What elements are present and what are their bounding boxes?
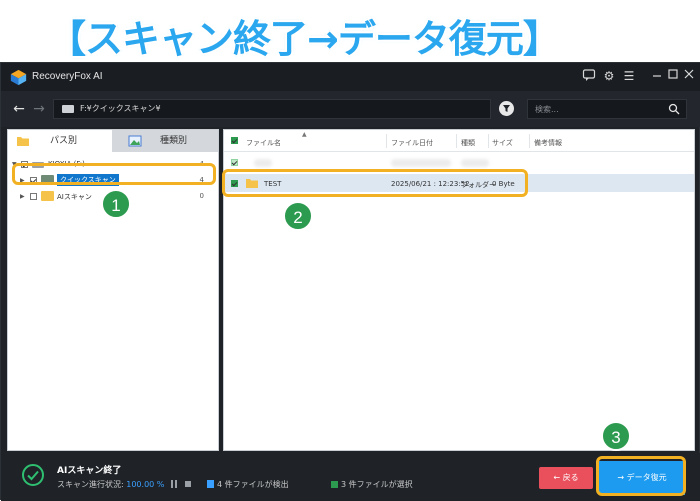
app-name: RecoveryFox AI xyxy=(32,71,103,82)
search-placeholder: 検索... xyxy=(535,105,559,114)
recover-arrow-icon: → xyxy=(617,473,627,482)
quick-scan-checkbox[interactable] xyxy=(30,177,37,184)
tree-item-label: AIスキャン xyxy=(57,193,92,201)
table-header: ファイル名 ▲ ファイル日付 種類 サイズ 備考情報 xyxy=(224,130,694,152)
files-found: 4 件ファイルが検出 xyxy=(207,479,289,490)
progress-label: スキャン進行状況: xyxy=(57,480,124,489)
ai-scan-checkbox[interactable] xyxy=(30,193,37,200)
instruction-banner: 【スキャン終了→データ復元】 xyxy=(0,0,700,62)
maximize-icon[interactable] xyxy=(665,68,681,84)
minimize-icon[interactable] xyxy=(649,68,665,84)
search-icon[interactable] xyxy=(668,103,680,115)
file-list-panel: ファイル名 ▲ ファイル日付 種類 サイズ 備考情報 TEST 2025/06/… xyxy=(223,129,695,451)
folder-icon xyxy=(246,179,258,188)
tree-item-count: 0 xyxy=(199,192,204,200)
column-divider xyxy=(386,134,387,148)
search-input[interactable]: 検索... xyxy=(527,99,687,119)
column-header[interactable]: 種類 xyxy=(461,138,475,148)
expand-icon[interactable]: ▼ xyxy=(12,161,17,168)
expand-icon[interactable]: ▶ xyxy=(20,193,25,200)
tree-item-count: 4 xyxy=(199,160,204,168)
step-badge-2: 2 xyxy=(283,201,313,231)
column-header[interactable]: ファイル日付 xyxy=(391,138,433,148)
files-selected: 3 件ファイルが選択 xyxy=(331,479,413,490)
folder-tree-panel: パス別 種類別 ▼ KIOXIA (F:) 4 ▶ クイックスキャン 4 ▶ A… xyxy=(7,129,219,451)
path-text: F:¥クイックスキャン¥ xyxy=(80,104,161,113)
check-circle-icon xyxy=(22,464,44,486)
forward-arrow-icon[interactable]: → xyxy=(31,101,47,117)
row-type: フォルダー xyxy=(461,181,496,189)
tree-item-count: 4 xyxy=(199,176,204,184)
menu-icon[interactable]: ☰ xyxy=(621,68,637,84)
row-name: TEST xyxy=(264,180,282,188)
back-label: 戻る xyxy=(562,473,579,482)
drive-icon xyxy=(32,162,44,168)
row-checkbox xyxy=(231,159,238,166)
file-icon xyxy=(207,480,214,488)
tab-path-label: パス別 xyxy=(50,136,78,146)
drive-checkbox[interactable] xyxy=(21,161,28,168)
row-checkbox[interactable] xyxy=(231,180,238,187)
row-size: 0 Byte xyxy=(492,180,515,188)
app-logo-icon xyxy=(10,69,27,86)
column-header[interactable]: 備考情報 xyxy=(534,138,562,148)
banner-title: 【スキャン終了→データ復元】 xyxy=(48,17,561,61)
scan-finished-title: AIスキャン終了 xyxy=(57,466,122,476)
blur-mask xyxy=(461,159,489,167)
blur-mask xyxy=(254,159,272,167)
row-date: 2025/06/21 : 12:23:52 xyxy=(391,180,470,188)
tab-type-label: 種類別 xyxy=(160,136,188,146)
tree-item-drive[interactable]: ▼ KIOXIA (F:) 4 xyxy=(8,158,218,172)
chat-icon[interactable] xyxy=(581,68,597,84)
column-header[interactable]: ファイル名 xyxy=(246,138,281,148)
table-row[interactable]: TEST 2025/06/21 : 12:23:52 フォルダー 0 Byte xyxy=(224,174,694,192)
expand-icon[interactable]: ▶ xyxy=(20,177,25,184)
tab-path[interactable]: パス別 xyxy=(8,130,112,152)
app-window: RecoveryFox AI ⚙ ☰ ← → F:¥クイックスキャン¥ 検索..… xyxy=(0,62,700,501)
status-footer: AIスキャン終了 スキャン進行状況: 100.00 % 4 件ファイルが検出 3… xyxy=(1,453,700,501)
files-found-text: 4 件ファイルが検出 xyxy=(217,480,289,489)
step-badge-1: 1 xyxy=(101,189,131,219)
recover-button[interactable]: → データ復元 xyxy=(599,461,685,495)
select-all-checkbox[interactable] xyxy=(231,137,238,144)
folder-icon xyxy=(17,137,29,146)
column-header[interactable]: サイズ xyxy=(492,138,513,148)
close-icon[interactable] xyxy=(681,68,697,84)
back-arrow-icon[interactable]: ← xyxy=(11,101,27,117)
tree-item-label: クイックスキャン xyxy=(57,174,119,186)
blur-mask xyxy=(391,159,451,167)
tree-item-quick-scan[interactable]: ▶ クイックスキャン 4 xyxy=(8,174,218,188)
back-button[interactable]: ← 戻る xyxy=(539,467,593,489)
title-bar: RecoveryFox AI ⚙ ☰ xyxy=(1,63,700,91)
pause-icon[interactable] xyxy=(170,480,178,488)
tree-item-label: KIOXIA (F:) xyxy=(48,160,85,168)
checkbox-icon xyxy=(331,481,338,488)
tab-type[interactable]: 種類別 xyxy=(112,130,218,152)
progress-percent: 100.00 % xyxy=(126,480,165,489)
stop-icon[interactable] xyxy=(185,481,191,487)
column-divider xyxy=(529,134,530,148)
scan-progress: スキャン進行状況: 100.00 % xyxy=(57,479,164,490)
folder-icon xyxy=(41,175,54,185)
back-arrow-icon: ← xyxy=(553,473,563,482)
filter-icon[interactable] xyxy=(499,101,514,116)
gear-icon[interactable]: ⚙ xyxy=(601,68,617,84)
drive-icon xyxy=(62,105,74,113)
recover-label: データ復元 xyxy=(626,473,667,482)
sort-icon: ▲ xyxy=(302,131,307,138)
step-badge-3: 3 xyxy=(601,421,631,451)
image-icon xyxy=(128,135,142,147)
nav-bar: ← → F:¥クイックスキャン¥ 検索... xyxy=(1,91,700,127)
files-selected-text: 3 件ファイルが選択 xyxy=(341,480,413,489)
column-divider xyxy=(456,134,457,148)
path-field[interactable]: F:¥クイックスキャン¥ xyxy=(53,99,491,119)
column-divider xyxy=(488,134,489,148)
blurred-row xyxy=(224,154,694,170)
folder-icon xyxy=(41,191,54,201)
